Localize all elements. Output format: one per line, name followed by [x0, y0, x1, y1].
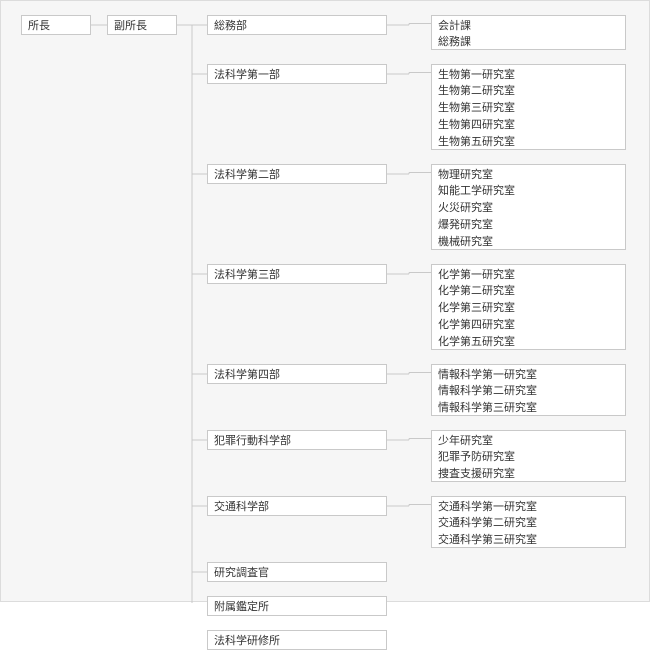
dept-box: 法科学研修所 — [207, 630, 387, 650]
sub-box: 化学第二研究室 — [431, 281, 626, 299]
sub-box: 交通科学第二研究室 — [431, 513, 626, 531]
dept-box: 附属鑑定所 — [207, 596, 387, 616]
sub-box: 情報科学第三研究室 — [431, 398, 626, 416]
dept-box: 法科学第三部 — [207, 264, 387, 284]
sub-box: 化学第三研究室 — [431, 298, 626, 316]
deputy-director-box: 副所長 — [107, 15, 177, 35]
dept-box: 研究調査官 — [207, 562, 387, 582]
sub-box: 交通科学第一研究室 — [431, 496, 626, 514]
sub-box: 物理研究室 — [431, 164, 626, 182]
sub-box: 爆発研究室 — [431, 215, 626, 233]
dept-box: 法科学第一部 — [207, 64, 387, 84]
dept-box: 交通科学部 — [207, 496, 387, 516]
sub-box: 犯罪予防研究室 — [431, 447, 626, 465]
dept-box: 総務部 — [207, 15, 387, 35]
sub-box: 総務課 — [431, 32, 626, 50]
sub-box: 捜査支援研究室 — [431, 464, 626, 482]
sub-box: 火災研究室 — [431, 198, 626, 216]
sub-box: 情報科学第一研究室 — [431, 364, 626, 382]
director-box: 所長 — [21, 15, 91, 35]
sub-box: 機械研究室 — [431, 232, 626, 250]
sub-box: 情報科学第二研究室 — [431, 381, 626, 399]
sub-box: 少年研究室 — [431, 430, 626, 448]
sub-box: 会計課 — [431, 15, 626, 33]
dept-box: 法科学第四部 — [207, 364, 387, 384]
dept-box: 法科学第二部 — [207, 164, 387, 184]
sub-box: 生物第五研究室 — [431, 132, 626, 150]
sub-box: 化学第一研究室 — [431, 264, 626, 282]
sub-box: 生物第二研究室 — [431, 81, 626, 99]
sub-box: 知能工学研究室 — [431, 181, 626, 199]
sub-box: 化学第四研究室 — [431, 315, 626, 333]
sub-box: 生物第一研究室 — [431, 64, 626, 82]
dept-box: 犯罪行動科学部 — [207, 430, 387, 450]
org-chart: 所長副所長 総務部 会計課総務課法科学第一部 生物第一研究室生物第二研究室生物第三研究… — [0, 0, 650, 602]
sub-box: 生物第四研究室 — [431, 115, 626, 133]
sub-box: 生物第三研究室 — [431, 98, 626, 116]
sub-box: 化学第五研究室 — [431, 332, 626, 350]
sub-box: 交通科学第三研究室 — [431, 530, 626, 548]
